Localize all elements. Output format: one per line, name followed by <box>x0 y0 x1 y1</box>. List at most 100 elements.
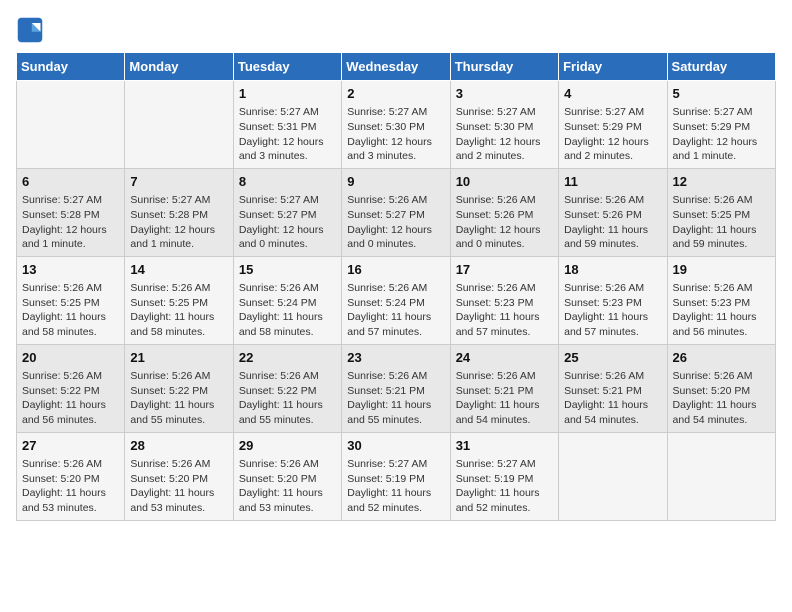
day-number: 30 <box>347 437 444 455</box>
day-detail: Sunrise: 5:27 AM <box>456 457 553 472</box>
calendar-table: SundayMondayTuesdayWednesdayThursdayFrid… <box>16 52 776 521</box>
day-detail: Sunset: 5:24 PM <box>239 296 336 311</box>
day-detail: Sunrise: 5:27 AM <box>456 105 553 120</box>
day-detail: Daylight: 11 hours and 57 minutes. <box>347 310 444 339</box>
logo-icon <box>16 16 44 44</box>
day-detail: Sunrise: 5:26 AM <box>673 281 770 296</box>
calendar-cell <box>17 81 125 169</box>
day-detail: Sunrise: 5:26 AM <box>564 369 661 384</box>
day-detail: Sunset: 5:31 PM <box>239 120 336 135</box>
day-detail: Sunset: 5:21 PM <box>347 384 444 399</box>
calendar-cell: 18Sunrise: 5:26 AMSunset: 5:23 PMDayligh… <box>559 256 667 344</box>
day-detail: Sunset: 5:29 PM <box>673 120 770 135</box>
day-detail: Sunrise: 5:26 AM <box>673 369 770 384</box>
calendar-cell: 5Sunrise: 5:27 AMSunset: 5:29 PMDaylight… <box>667 81 775 169</box>
day-detail: Sunrise: 5:26 AM <box>239 369 336 384</box>
day-number: 10 <box>456 173 553 191</box>
day-detail: Sunrise: 5:26 AM <box>130 457 227 472</box>
day-number: 19 <box>673 261 770 279</box>
calendar-cell: 22Sunrise: 5:26 AMSunset: 5:22 PMDayligh… <box>233 344 341 432</box>
day-number: 6 <box>22 173 119 191</box>
calendar-cell: 15Sunrise: 5:26 AMSunset: 5:24 PMDayligh… <box>233 256 341 344</box>
day-detail: Daylight: 11 hours and 54 minutes. <box>564 398 661 427</box>
header-row: SundayMondayTuesdayWednesdayThursdayFrid… <box>17 53 776 81</box>
day-detail: Daylight: 11 hours and 59 minutes. <box>564 223 661 252</box>
day-number: 9 <box>347 173 444 191</box>
day-detail: Sunrise: 5:27 AM <box>239 193 336 208</box>
day-detail: Sunset: 5:27 PM <box>347 208 444 223</box>
day-detail: Daylight: 12 hours and 0 minutes. <box>239 223 336 252</box>
day-number: 25 <box>564 349 661 367</box>
day-detail: Sunset: 5:29 PM <box>564 120 661 135</box>
day-detail: Daylight: 12 hours and 3 minutes. <box>347 135 444 164</box>
calendar-cell: 26Sunrise: 5:26 AMSunset: 5:20 PMDayligh… <box>667 344 775 432</box>
day-detail: Daylight: 11 hours and 54 minutes. <box>456 398 553 427</box>
calendar-cell: 17Sunrise: 5:26 AMSunset: 5:23 PMDayligh… <box>450 256 558 344</box>
day-detail: Sunset: 5:23 PM <box>564 296 661 311</box>
day-header-monday: Monday <box>125 53 233 81</box>
day-detail: Sunrise: 5:27 AM <box>564 105 661 120</box>
day-detail: Daylight: 11 hours and 52 minutes. <box>347 486 444 515</box>
day-detail: Sunrise: 5:27 AM <box>673 105 770 120</box>
day-number: 4 <box>564 85 661 103</box>
calendar-cell: 31Sunrise: 5:27 AMSunset: 5:19 PMDayligh… <box>450 432 558 520</box>
day-detail: Daylight: 11 hours and 56 minutes. <box>673 310 770 339</box>
calendar-cell <box>667 432 775 520</box>
day-number: 1 <box>239 85 336 103</box>
day-detail: Sunset: 5:21 PM <box>564 384 661 399</box>
day-number: 24 <box>456 349 553 367</box>
day-detail: Sunrise: 5:26 AM <box>456 369 553 384</box>
week-row-3: 13Sunrise: 5:26 AMSunset: 5:25 PMDayligh… <box>17 256 776 344</box>
day-detail: Daylight: 11 hours and 53 minutes. <box>130 486 227 515</box>
day-detail: Daylight: 11 hours and 54 minutes. <box>673 398 770 427</box>
day-detail: Sunset: 5:23 PM <box>456 296 553 311</box>
calendar-cell: 27Sunrise: 5:26 AMSunset: 5:20 PMDayligh… <box>17 432 125 520</box>
day-detail: Daylight: 11 hours and 53 minutes. <box>239 486 336 515</box>
calendar-cell: 2Sunrise: 5:27 AMSunset: 5:30 PMDaylight… <box>342 81 450 169</box>
day-number: 21 <box>130 349 227 367</box>
header <box>16 16 776 44</box>
day-number: 17 <box>456 261 553 279</box>
day-detail: Sunrise: 5:26 AM <box>22 281 119 296</box>
day-detail: Sunset: 5:30 PM <box>456 120 553 135</box>
day-detail: Sunrise: 5:26 AM <box>673 193 770 208</box>
day-detail: Daylight: 12 hours and 2 minutes. <box>564 135 661 164</box>
day-detail: Daylight: 12 hours and 1 minute. <box>130 223 227 252</box>
day-detail: Daylight: 11 hours and 55 minutes. <box>347 398 444 427</box>
day-detail: Sunset: 5:19 PM <box>456 472 553 487</box>
day-detail: Sunset: 5:28 PM <box>130 208 227 223</box>
day-detail: Sunset: 5:20 PM <box>239 472 336 487</box>
day-number: 18 <box>564 261 661 279</box>
calendar-cell: 14Sunrise: 5:26 AMSunset: 5:25 PMDayligh… <box>125 256 233 344</box>
day-number: 12 <box>673 173 770 191</box>
week-row-5: 27Sunrise: 5:26 AMSunset: 5:20 PMDayligh… <box>17 432 776 520</box>
calendar-cell: 19Sunrise: 5:26 AMSunset: 5:23 PMDayligh… <box>667 256 775 344</box>
day-detail: Daylight: 11 hours and 55 minutes. <box>239 398 336 427</box>
day-detail: Sunrise: 5:27 AM <box>347 105 444 120</box>
calendar-cell: 30Sunrise: 5:27 AMSunset: 5:19 PMDayligh… <box>342 432 450 520</box>
logo <box>16 16 48 44</box>
day-detail: Daylight: 11 hours and 56 minutes. <box>22 398 119 427</box>
day-header-sunday: Sunday <box>17 53 125 81</box>
day-detail: Sunrise: 5:26 AM <box>456 193 553 208</box>
day-detail: Sunset: 5:22 PM <box>22 384 119 399</box>
day-detail: Sunset: 5:28 PM <box>22 208 119 223</box>
day-number: 20 <box>22 349 119 367</box>
week-row-2: 6Sunrise: 5:27 AMSunset: 5:28 PMDaylight… <box>17 168 776 256</box>
calendar-cell: 10Sunrise: 5:26 AMSunset: 5:26 PMDayligh… <box>450 168 558 256</box>
day-detail: Sunset: 5:25 PM <box>130 296 227 311</box>
day-header-friday: Friday <box>559 53 667 81</box>
day-number: 11 <box>564 173 661 191</box>
day-detail: Sunset: 5:25 PM <box>22 296 119 311</box>
day-header-tuesday: Tuesday <box>233 53 341 81</box>
day-detail: Sunrise: 5:27 AM <box>22 193 119 208</box>
day-detail: Daylight: 12 hours and 3 minutes. <box>239 135 336 164</box>
day-detail: Sunrise: 5:26 AM <box>239 281 336 296</box>
day-header-thursday: Thursday <box>450 53 558 81</box>
day-detail: Daylight: 11 hours and 52 minutes. <box>456 486 553 515</box>
day-detail: Sunset: 5:20 PM <box>22 472 119 487</box>
day-detail: Daylight: 11 hours and 53 minutes. <box>22 486 119 515</box>
day-detail: Daylight: 12 hours and 0 minutes. <box>347 223 444 252</box>
calendar-cell: 25 Sunrise: 5:26 AMSunset: 5:21 PMDayligh… <box>559 344 667 432</box>
day-detail: Sunrise: 5:26 AM <box>347 281 444 296</box>
